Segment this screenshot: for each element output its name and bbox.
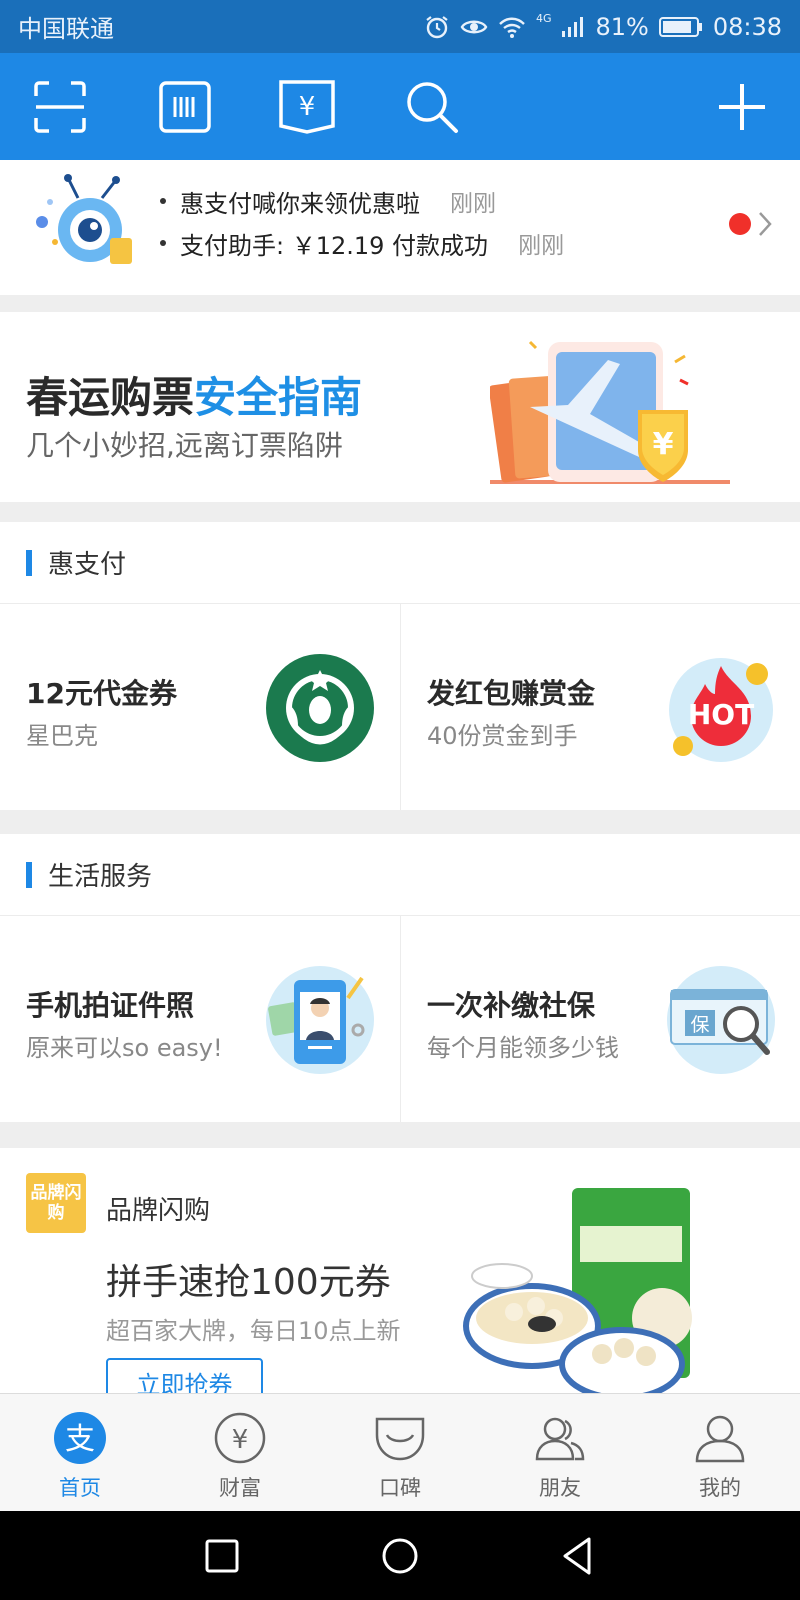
svg-text:支: 支 [65, 1422, 95, 1457]
search-icon [407, 82, 458, 133]
starbucks-coupon-card[interactable]: 12元代金券 星巴克 [0, 604, 400, 810]
ant-mascot-icon [36, 174, 132, 264]
tab-label: 财富 [219, 1476, 261, 1500]
social-insurance-icon: 保 [667, 966, 775, 1074]
card-title: 12元代金券 [26, 677, 177, 710]
tab-label: 首页 [59, 1476, 101, 1500]
tab-home[interactable]: 支 首页 [0, 1394, 160, 1512]
barcode-icon [159, 81, 211, 133]
tab-label: 我的 [699, 1476, 741, 1500]
profile-icon [695, 1415, 745, 1463]
system-navigation-bar [0, 1511, 800, 1600]
notice-item: 惠支付喊你来领优惠啦 刚刚 [160, 180, 564, 222]
svg-text:¥: ¥ [232, 1425, 249, 1455]
card-title: 手机拍证件照 [26, 989, 195, 1022]
alipay-home-icon: 支 [54, 1412, 106, 1464]
bottom-tab-bar: 支 首页 ¥ 财富 口碑 朋友 我的 [0, 1393, 800, 1511]
flash-subtitle: 超百家大牌，每日10点上新 [106, 1317, 401, 1345]
koubei-icon [375, 1417, 425, 1461]
id-photo-icon [266, 966, 374, 1074]
signal-icon [562, 16, 584, 37]
flash-title: 品牌闪购 [106, 1196, 211, 1226]
notice-text: 惠支付喊你来领优惠啦 [180, 189, 420, 218]
battery-icon [658, 16, 702, 37]
card-subtitle: 40份赏金到手 [427, 722, 578, 750]
life-services-section: 生活服务 手机拍证件照 原来可以so easy! 一次补缴社保 每个月能领多少钱 [0, 834, 800, 1122]
promo-banner[interactable]: 春运购票安全指南 几个小妙招,远离订票陷阱 ¥ [0, 312, 800, 502]
starbucks-logo-icon [266, 654, 374, 762]
notice-time: 刚刚 [518, 233, 565, 259]
red-packet-card[interactable]: 发红包赚赏金 40份赏金到手 HOT [400, 604, 800, 810]
payment-code-button[interactable] [155, 77, 215, 137]
tab-koubei[interactable]: 口碑 [320, 1394, 480, 1512]
brand-flash-badge: 品牌闪购 [26, 1173, 86, 1233]
top-toolbar: ¥ [0, 53, 800, 160]
notice-time: 刚刚 [450, 191, 496, 217]
card-subtitle: 星巴克 [26, 722, 98, 750]
social-insurance-card[interactable]: 一次补缴社保 每个月能领多少钱 保 [400, 916, 800, 1122]
recent-apps-button[interactable] [197, 1531, 247, 1581]
tab-label: 朋友 [539, 1476, 581, 1500]
unread-dot [729, 213, 751, 235]
tab-friends[interactable]: 朋友 [480, 1394, 640, 1512]
tab-label: 口碑 [379, 1476, 421, 1500]
card-subtitle: 原来可以so easy! [26, 1034, 223, 1062]
add-button[interactable] [712, 77, 772, 137]
add-icon [719, 84, 765, 130]
card-title: 一次补缴社保 [427, 989, 596, 1022]
chevron-right-icon [759, 212, 772, 236]
banner-title: 春运购票安全指南 [26, 373, 363, 422]
status-bar: 中国联通 4G 81% 08:38 [0, 0, 800, 53]
home-button[interactable] [375, 1531, 425, 1581]
back-button[interactable] [553, 1531, 603, 1581]
carrier-name: 中国联通 [18, 15, 114, 43]
wealth-icon: ¥ [214, 1412, 266, 1464]
id-photo-card[interactable]: 手机拍证件照 原来可以so easy! [0, 916, 400, 1122]
search-button[interactable] [402, 77, 462, 137]
insurance-glyph: 保 [690, 1014, 709, 1036]
scan-button[interactable] [30, 77, 90, 137]
clock: 08:38 [712, 12, 782, 41]
travel-safety-illustration: ¥ [490, 340, 730, 484]
svg-text:¥: ¥ [653, 427, 674, 462]
hui-zhifu-section: 惠支付 12元代金券 星巴克 发红包赚赏金 40份赏金到手 HOT [0, 522, 800, 810]
card-title: 发红包赚赏金 [427, 677, 596, 710]
battery-percent: 81% [595, 12, 649, 41]
friends-icon [535, 1417, 585, 1461]
hot-label: HOT [688, 698, 754, 731]
alarm-icon [426, 15, 448, 38]
grab-coupon-button[interactable]: 立即抢券 [106, 1358, 263, 1393]
network-type: 4G [535, 12, 552, 25]
notice-text: 支付助手: ￥12.19 付款成功 [180, 231, 489, 260]
scan-icon [34, 81, 86, 133]
flash-headline: 拼手速抢100元券 [106, 1262, 391, 1303]
wifi-icon [499, 17, 525, 38]
notice-item: 支付助手: ￥12.19 付款成功 刚刚 [160, 222, 564, 264]
card-subtitle: 每个月能领多少钱 [427, 1034, 619, 1062]
banner-subtitle: 几个小妙招,远离订票陷阱 [26, 429, 343, 462]
section-title: 惠支付 [48, 550, 127, 580]
message-notice[interactable]: 惠支付喊你来领优惠啦 刚刚 支付助手: ￥12.19 付款成功 刚刚 [0, 160, 800, 295]
svg-text:¥: ¥ [299, 92, 316, 122]
section-title: 生活服务 [48, 862, 153, 892]
tab-wealth[interactable]: ¥ 财富 [160, 1394, 320, 1512]
collect-money-button[interactable]: ¥ [277, 77, 337, 137]
lotus-seed-product-image [463, 1188, 692, 1393]
pay-voucher-icon: ¥ [279, 80, 335, 134]
hot-icon: HOT [669, 658, 773, 762]
tab-me[interactable]: 我的 [640, 1394, 800, 1512]
eye-comfort-icon [460, 20, 488, 33]
brand-flash-sale[interactable]: 品牌闪购 品牌闪购 拼手速抢100元券 超百家大牌，每日10点上新 立即抢券 [0, 1148, 800, 1393]
